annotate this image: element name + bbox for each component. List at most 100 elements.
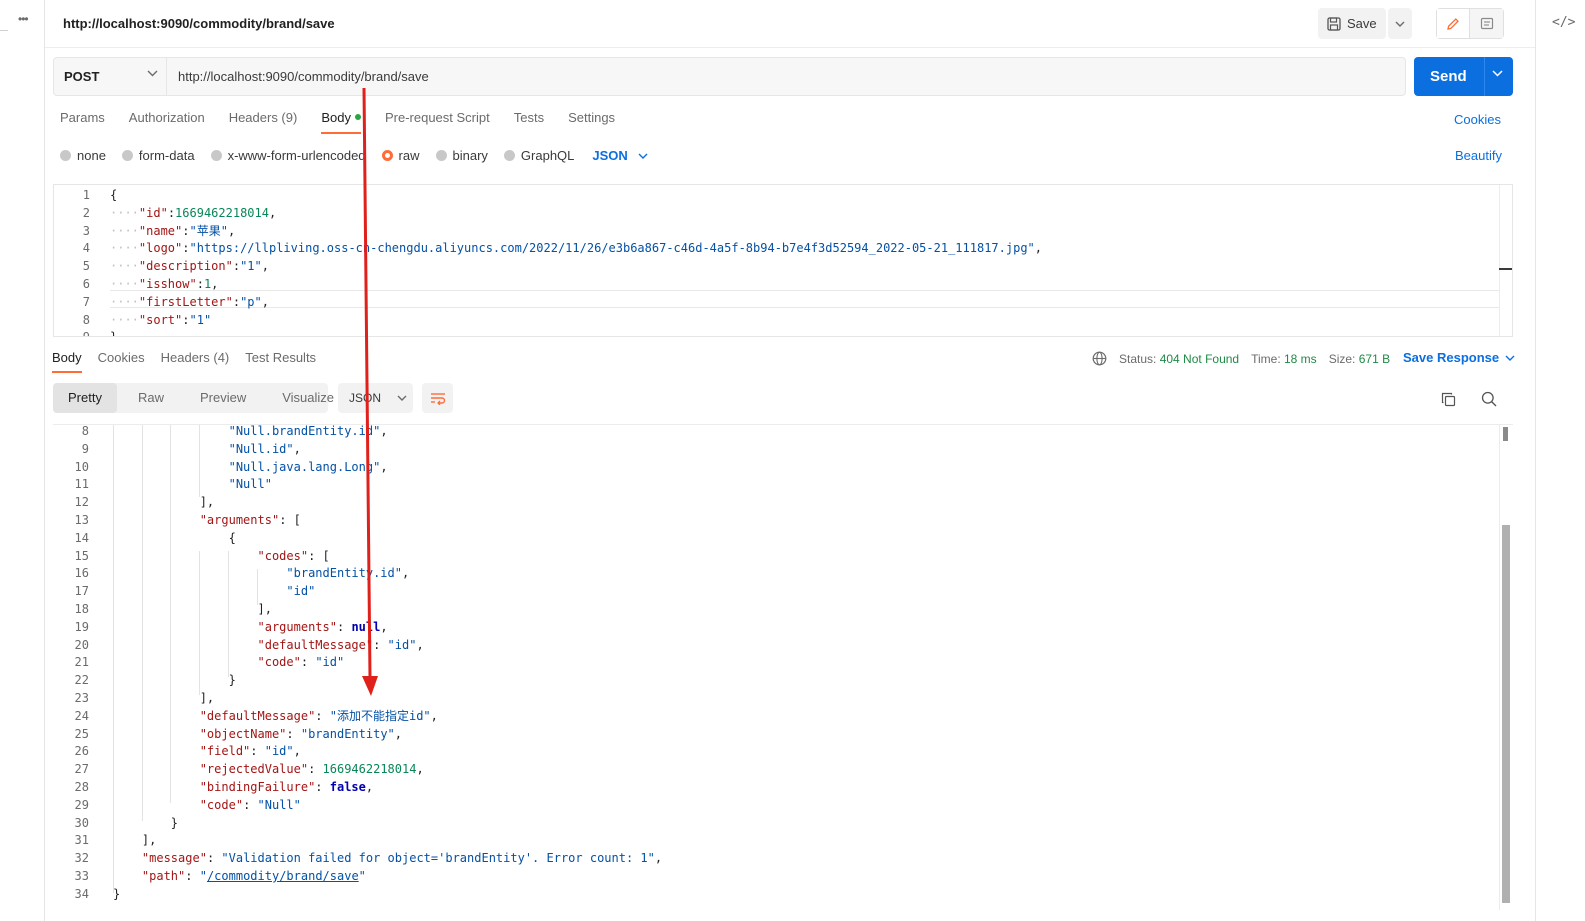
view-visualize[interactable]: Visualize xyxy=(267,383,349,413)
response-scrollbar-thumb[interactable] xyxy=(1502,525,1510,903)
line-number: 20 xyxy=(74,637,89,652)
code-text: { xyxy=(113,530,236,545)
response-code-line: 21 "code": "id" xyxy=(53,653,1493,671)
view-pretty[interactable]: Pretty xyxy=(53,383,117,413)
view-raw[interactable]: Raw xyxy=(123,383,179,413)
edit-mode-button[interactable] xyxy=(1437,9,1470,38)
tab-headers[interactable]: Headers (9) xyxy=(229,110,298,134)
request-body-editor[interactable]: 1{2 ····"id":1669462218014, 3 ····"name":"苹… xyxy=(53,184,1513,337)
code-text: "arguments": null, xyxy=(257,619,388,634)
view-mode-toggle xyxy=(1436,8,1504,39)
globe-icon[interactable] xyxy=(1092,351,1107,366)
radio-circle xyxy=(210,150,222,161)
save-options-button[interactable] xyxy=(1388,8,1412,39)
beautify-link[interactable]: Beautify xyxy=(1455,148,1502,163)
response-format-value: JSON xyxy=(349,391,382,405)
response-code-line: 14 { xyxy=(53,529,1493,547)
line-number: 29 xyxy=(74,797,89,812)
radio-form-data[interactable]: form-data xyxy=(121,148,195,163)
line-number: 21 xyxy=(74,655,89,670)
response-format-select[interactable]: JSON xyxy=(338,383,413,413)
code-text: "code": "Null" xyxy=(199,797,301,812)
chevron-down-icon xyxy=(1505,355,1515,361)
radio-label: none xyxy=(77,148,106,163)
code-line: 8 ····"sort":"1" xyxy=(54,311,1494,329)
radio-circle-selected xyxy=(381,150,393,161)
tab-params[interactable]: Params xyxy=(60,110,105,134)
tab-authorization[interactable]: Authorization xyxy=(129,110,205,134)
chevron-down-icon[interactable] xyxy=(1492,70,1503,77)
line-number: 12 xyxy=(74,495,89,510)
radio-label: raw xyxy=(398,148,420,163)
tab-body[interactable]: Body xyxy=(321,110,361,134)
tab-settings[interactable]: Settings xyxy=(568,110,615,134)
time-value[interactable]: 18 ms xyxy=(1284,352,1317,366)
search-icon[interactable] xyxy=(1481,391,1497,407)
documentation-mode-button[interactable] xyxy=(1470,9,1503,38)
request-editor-scrollbar[interactable] xyxy=(1499,185,1512,336)
size-value[interactable]: 671 B xyxy=(1359,352,1390,366)
code-text: "defaultMessage": "id", xyxy=(257,637,424,652)
body-format-value: JSON xyxy=(592,148,628,163)
status-value[interactable]: 404 Not Found xyxy=(1160,352,1239,366)
response-code-line: 17 "id" xyxy=(53,582,1493,600)
request-title[interactable]: http://localhost:9090/commodity/brand/sa… xyxy=(63,16,335,31)
response-meta: Status: 404 Not Found Time: 18 ms Size: … xyxy=(1092,351,1390,366)
line-number: 26 xyxy=(74,744,89,759)
rail-divider xyxy=(0,30,8,31)
code-text: "objectName": "brandEntity", xyxy=(199,726,403,741)
right-sidebar: </> xyxy=(1535,0,1585,921)
line-number: 14 xyxy=(74,530,89,545)
status-label: Status: xyxy=(1119,351,1157,366)
tab-pre-request-script[interactable]: Pre-request Script xyxy=(385,110,490,134)
code-text: ····"sort":"1" xyxy=(110,312,212,327)
view-preview[interactable]: Preview xyxy=(185,383,261,413)
code-line: 9} xyxy=(54,328,1494,336)
method-select[interactable]: POST xyxy=(54,58,167,95)
save-response-button[interactable]: Save Response xyxy=(1403,350,1515,365)
body-format-select[interactable]: JSON xyxy=(592,148,648,163)
scrollbar-marker xyxy=(1499,268,1512,270)
radio-label: x-www-form-urlencoded xyxy=(227,148,366,163)
code-text: ····"firstLetter":"p", xyxy=(110,294,269,309)
code-text: "message": "Validation failed for object… xyxy=(141,851,663,866)
radio-binary[interactable]: binary xyxy=(435,148,488,163)
code-text: "field": "id", xyxy=(199,744,301,759)
tab-body-label: Body xyxy=(321,110,351,125)
url-input[interactable]: http://localhost:9090/commodity/brand/sa… xyxy=(178,69,429,84)
radio-x-www-form-urlencoded[interactable]: x-www-form-urlencoded xyxy=(210,148,366,163)
radio-none[interactable]: none xyxy=(60,148,106,163)
response-tab-test-results[interactable]: Test Results xyxy=(245,350,316,365)
response-code-line: 29 "code": "Null" xyxy=(53,796,1493,814)
response-code-line: 19 "arguments": null, xyxy=(53,618,1493,636)
code-icon[interactable]: </> xyxy=(1552,15,1575,30)
cookies-link[interactable]: Cookies xyxy=(1454,112,1501,127)
response-tab-headers[interactable]: Headers (4) xyxy=(161,350,230,365)
save-button[interactable]: Save xyxy=(1318,8,1386,39)
body-type-options: none form-data x-www-form-urlencoded raw… xyxy=(60,148,648,163)
line-number: 24 xyxy=(74,708,89,723)
line-number: 17 xyxy=(74,584,89,599)
code-text: "path": "/commodity/brand/save" xyxy=(141,869,366,883)
line-number: 4 xyxy=(82,241,90,256)
response-tab-cookies[interactable]: Cookies xyxy=(98,350,145,365)
send-button[interactable]: Send xyxy=(1414,57,1513,96)
response-tab-body[interactable]: Body xyxy=(52,350,82,373)
response-code-line: 15 "codes": [ xyxy=(53,547,1493,565)
code-text: "Null" xyxy=(228,477,272,492)
response-body-viewer[interactable]: 8 "Null.brandEntity.id", 9 "Null.id", 10 "… xyxy=(53,424,1513,910)
wrap-lines-button[interactable] xyxy=(422,383,453,413)
response-view-toggle: Pretty Raw Preview Visualize xyxy=(53,383,334,413)
radio-label: binary xyxy=(452,148,488,163)
tab-tests[interactable]: Tests xyxy=(514,110,544,134)
ellipsis-icon[interactable]: ••• xyxy=(18,12,29,26)
response-scrollbar-marker xyxy=(1503,427,1508,441)
line-number: 13 xyxy=(74,513,89,527)
radio-circle xyxy=(121,150,133,161)
radio-graphql[interactable]: GraphQL xyxy=(503,148,574,163)
copy-icon[interactable] xyxy=(1441,392,1456,407)
send-label: Send xyxy=(1430,68,1467,85)
time-label: Time: xyxy=(1251,351,1281,366)
code-text: ····"isshow":1, xyxy=(110,277,219,291)
radio-raw[interactable]: raw xyxy=(381,148,420,163)
